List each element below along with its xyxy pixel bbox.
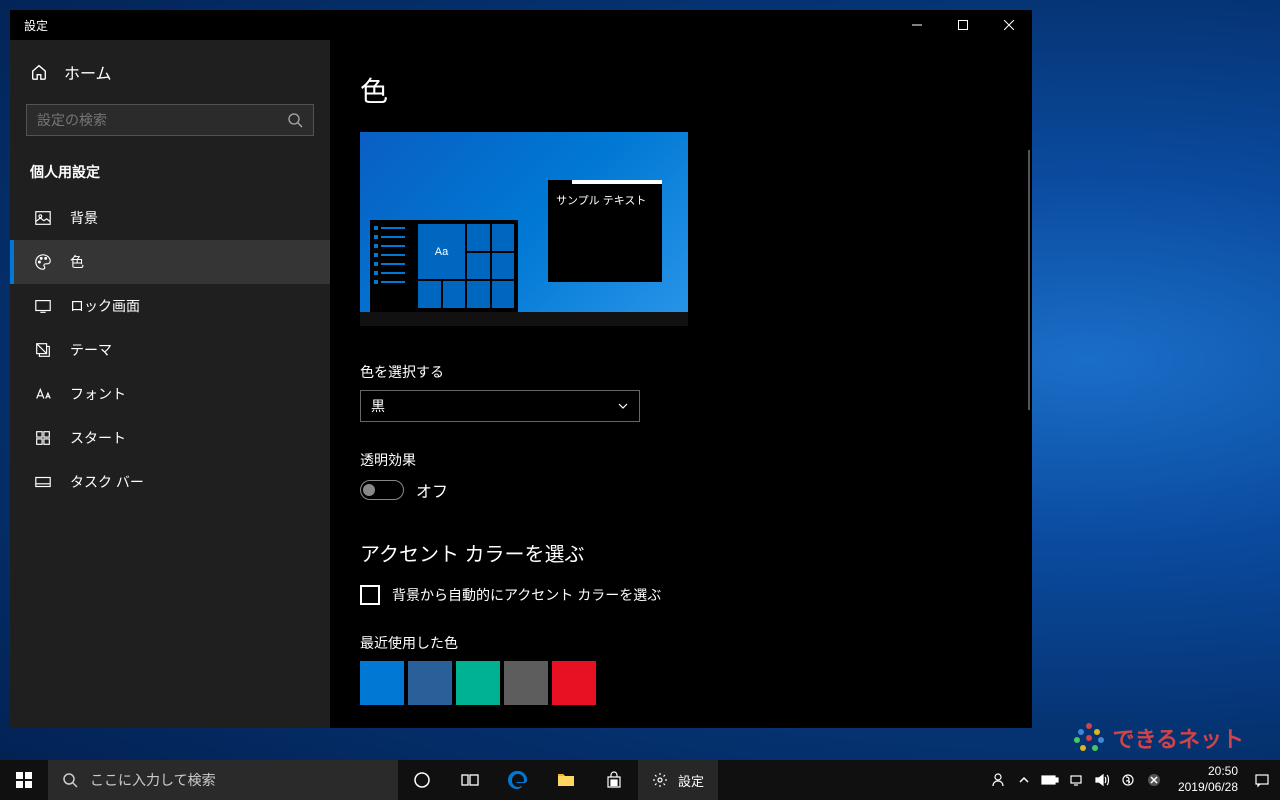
choose-color-value: 黒 [371, 396, 385, 416]
sidebar-item-label: タスク バー [70, 472, 144, 492]
network-icon[interactable] [1064, 760, 1088, 800]
ime-icon[interactable] [1116, 760, 1140, 800]
edge-icon [508, 770, 528, 790]
home-label: ホーム [64, 60, 112, 84]
taskview-icon [461, 771, 479, 789]
transparency-toggle[interactable] [360, 480, 404, 500]
auto-accent-checkbox[interactable]: 背景から自動的にアクセント カラーを選ぶ [360, 585, 1002, 605]
clock-time: 20:50 [1178, 764, 1238, 780]
taskbar-search-placeholder: ここに入力して検索 [90, 770, 216, 790]
taskbar-search[interactable]: ここに入力して検索 [48, 760, 398, 800]
scrollbar[interactable] [1028, 150, 1030, 410]
taskbar: ここに入力して検索 設定 20:50 2019/06/28 [0, 760, 1280, 800]
edge-button[interactable] [494, 760, 542, 800]
sidebar-item-themes[interactable]: テーマ [10, 328, 330, 372]
explorer-button[interactable] [542, 760, 590, 800]
folder-icon [556, 770, 576, 790]
maximize-button[interactable] [940, 10, 986, 40]
store-button[interactable] [590, 760, 638, 800]
font-icon [34, 385, 52, 403]
content-area: 色 サンプル テキスト Aa [330, 40, 1032, 728]
search-icon [62, 772, 78, 788]
sidebar-item-label: 色 [70, 252, 84, 272]
minimize-button[interactable] [894, 10, 940, 40]
sidebar-item-label: ロック画面 [70, 296, 140, 316]
sidebar-item-start[interactable]: スタート [10, 416, 330, 460]
accent-heading: アクセント カラーを選ぶ [360, 538, 1002, 567]
preview-sample-window: サンプル テキスト [548, 180, 662, 282]
settings-window: 設定 ホーム 個人用設定 背景 色 [10, 10, 1032, 728]
tray-chevron-icon[interactable] [1012, 760, 1036, 800]
sidebar-item-taskbar[interactable]: タスク バー [10, 460, 330, 504]
picture-icon [34, 209, 52, 227]
search-input[interactable] [26, 104, 314, 136]
watermark: できるネット [1074, 722, 1244, 754]
cortana-icon [413, 771, 431, 789]
color-swatch[interactable] [552, 661, 596, 705]
choose-color-label: 色を選択する [360, 362, 1002, 382]
sidebar-item-colors[interactable]: 色 [10, 240, 330, 284]
color-swatch[interactable] [408, 661, 452, 705]
color-swatch[interactable] [360, 661, 404, 705]
lockscreen-icon [34, 297, 52, 315]
sidebar-item-label: スタート [70, 428, 126, 448]
sidebar-item-lockscreen[interactable]: ロック画面 [10, 284, 330, 328]
transparency-label: 透明効果 [360, 450, 1002, 470]
auto-accent-label: 背景から自動的にアクセント カラーを選ぶ [392, 585, 661, 605]
taskbar-active-label: 設定 [678, 771, 704, 790]
store-icon [605, 771, 623, 789]
color-swatch[interactable] [456, 661, 500, 705]
search-field[interactable] [37, 112, 287, 128]
chevron-down-icon [617, 400, 629, 412]
color-swatch[interactable] [504, 661, 548, 705]
window-title: 設定 [24, 17, 894, 34]
taskbar-icon [34, 473, 52, 491]
close-button[interactable] [986, 10, 1032, 40]
system-tray: 20:50 2019/06/28 [986, 760, 1280, 800]
sidebar-section-title: 個人用設定 [10, 154, 330, 196]
cortana-button[interactable] [398, 760, 446, 800]
volume-icon[interactable] [1090, 760, 1114, 800]
clock-date: 2019/06/28 [1178, 780, 1238, 796]
transparency-state: オフ [416, 478, 448, 502]
start-icon [34, 429, 52, 447]
home-icon [30, 63, 48, 81]
watermark-logo-icon [1074, 723, 1104, 753]
battery-icon[interactable] [1038, 760, 1062, 800]
action-center-icon[interactable] [1250, 760, 1274, 800]
preview-start-menu: Aa [370, 220, 518, 312]
start-button[interactable] [0, 760, 48, 800]
sidebar-item-background[interactable]: 背景 [10, 196, 330, 240]
color-preview: サンプル テキスト Aa [360, 132, 688, 326]
palette-icon [34, 253, 52, 271]
sidebar-item-fonts[interactable]: フォント [10, 372, 330, 416]
search-icon [287, 112, 303, 128]
recent-colors-label: 最近使用した色 [360, 633, 1002, 653]
page-title: 色 [360, 70, 1002, 110]
taskview-button[interactable] [446, 760, 494, 800]
home-link[interactable]: ホーム [10, 50, 330, 98]
clock[interactable]: 20:50 2019/06/28 [1168, 764, 1248, 795]
sidebar-item-label: テーマ [70, 340, 112, 360]
gear-icon [652, 772, 668, 788]
sidebar-item-label: フォント [70, 384, 126, 404]
windows-icon [16, 772, 32, 788]
theme-icon [34, 341, 52, 359]
choose-color-select[interactable]: 黒 [360, 390, 640, 422]
tray-app-icon[interactable] [1142, 760, 1166, 800]
titlebar: 設定 [10, 10, 1032, 40]
sidebar-item-label: 背景 [70, 208, 98, 228]
recent-colors [360, 661, 1002, 705]
taskbar-active-app[interactable]: 設定 [638, 760, 718, 800]
checkbox-icon [360, 585, 380, 605]
people-icon[interactable] [986, 760, 1010, 800]
sidebar: ホーム 個人用設定 背景 色 ロック画面 テーマ [10, 40, 330, 728]
